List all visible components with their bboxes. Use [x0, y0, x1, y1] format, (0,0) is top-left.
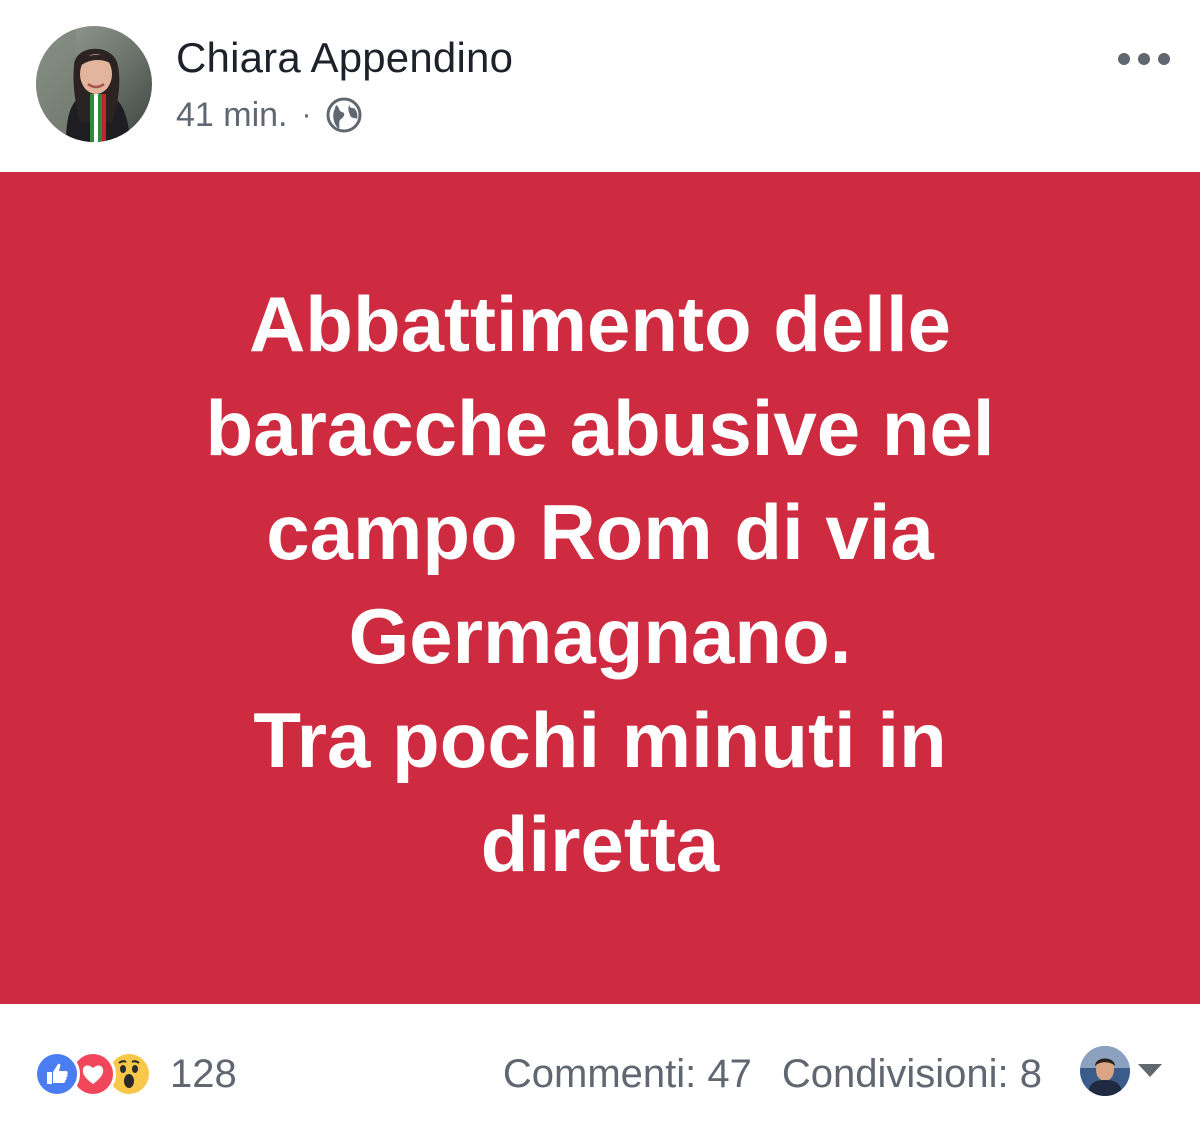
status-card: Abbattimento delle baracche abusive nel … — [0, 172, 1200, 1004]
post-timestamp[interactable]: 41 min. — [176, 96, 288, 135]
more-dot — [1138, 53, 1150, 65]
post-footer: 128 Commenti: 47 Condivisioni: 8 — [0, 1004, 1200, 1124]
facebook-post: Chiara Appendino 41 min. · Abbattimento … — [0, 0, 1200, 1124]
more-dot — [1118, 53, 1130, 65]
more-dot — [1158, 53, 1170, 65]
status-text: Abbattimento delle baracche abusive nel … — [205, 280, 995, 888]
viewer-avatar[interactable] — [1080, 1046, 1130, 1096]
comments-count[interactable]: Commenti: 47 — [503, 1052, 752, 1097]
engagement-stats: Commenti: 47 Condivisioni: 8 — [503, 1048, 1042, 1100]
like-icon — [34, 1051, 80, 1097]
author-name[interactable]: Chiara Appendino — [176, 34, 513, 82]
meta-separator: · — [301, 98, 312, 131]
post-header: Chiara Appendino 41 min. · — [0, 0, 1200, 172]
shares-count[interactable]: Condivisioni: 8 — [782, 1052, 1042, 1097]
globe-icon[interactable] — [324, 95, 364, 135]
more-options-icon[interactable] — [1118, 44, 1170, 74]
reaction-count: 128 — [170, 1051, 237, 1096]
post-meta: 41 min. · — [176, 90, 364, 140]
caret-down-icon[interactable] — [1138, 1064, 1162, 1077]
author-avatar[interactable] — [36, 26, 152, 142]
reactions-summary[interactable]: 128 — [34, 1048, 237, 1100]
